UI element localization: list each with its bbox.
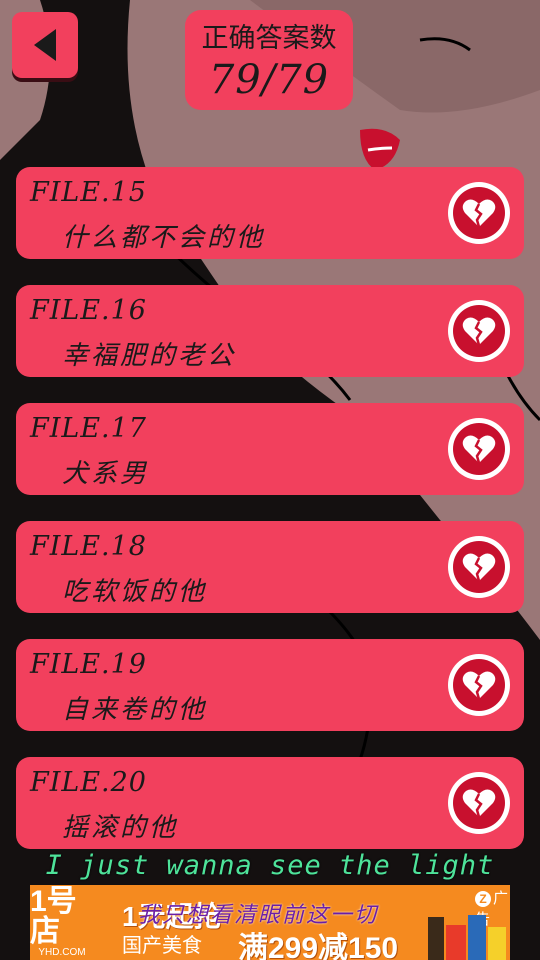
lyric-subtitle: I just wanna see the light	[45, 850, 495, 881]
file-name: 自来卷的他	[62, 695, 208, 725]
score-value: 79/79	[208, 57, 330, 103]
file-title: FILE.19	[30, 649, 147, 680]
ad-category: 国产美食	[122, 935, 202, 957]
file-name: 摇滚的他	[62, 813, 179, 843]
file-title: FILE.15	[30, 177, 147, 208]
score-label: 正确答案数	[201, 23, 337, 54]
broken-heart-icon	[448, 300, 510, 362]
file-card-19[interactable]: FILE.19 自来卷的他	[16, 639, 524, 731]
broken-heart-icon	[448, 418, 510, 480]
back-arrow-icon	[34, 29, 56, 61]
file-title: FILE.20	[30, 767, 147, 798]
ad-products-image	[428, 915, 506, 960]
file-name: 幸福肥的老公	[62, 341, 237, 371]
file-card-18[interactable]: FILE.18 吃软饭的他	[16, 521, 524, 613]
file-card-17[interactable]: FILE.17 犬系男	[16, 403, 524, 495]
file-name: 吃软饭的他	[62, 577, 208, 607]
file-title: FILE.16	[30, 295, 147, 326]
broken-heart-icon	[448, 772, 510, 834]
ad-z-icon: Z	[475, 891, 491, 907]
file-title: FILE.18	[30, 531, 147, 562]
lyric-overlay: 我只想看清眼前这一切	[138, 903, 379, 928]
file-title: FILE.17	[30, 413, 147, 444]
file-card-20[interactable]: FILE.20 摇滚的他	[16, 757, 524, 849]
score-panel: 正确答案数 79/79	[185, 10, 353, 110]
broken-heart-icon	[448, 654, 510, 716]
broken-heart-icon	[448, 536, 510, 598]
ad-logo-sub: YHD.COM	[38, 947, 86, 958]
file-name: 犬系男	[62, 459, 150, 489]
file-card-15[interactable]: FILE.15 什么都不会的他	[16, 167, 524, 259]
file-card-16[interactable]: FILE.16 幸福肥的老公	[16, 285, 524, 377]
ad-logo: 1号店 YHD.COM	[30, 885, 94, 960]
back-button[interactable]	[12, 12, 78, 78]
file-list: FILE.15 什么都不会的他 FILE.16 幸福肥的老公 FILE.17 犬…	[16, 167, 524, 875]
ad-logo-text: 1号店	[30, 885, 77, 948]
ad-banner[interactable]: 1号店 YHD.COM 1元起抢 国产美食 满299减150 我只想看清眼前这一…	[30, 885, 510, 960]
file-name: 什么都不会的他	[62, 223, 266, 253]
broken-heart-icon	[448, 182, 510, 244]
